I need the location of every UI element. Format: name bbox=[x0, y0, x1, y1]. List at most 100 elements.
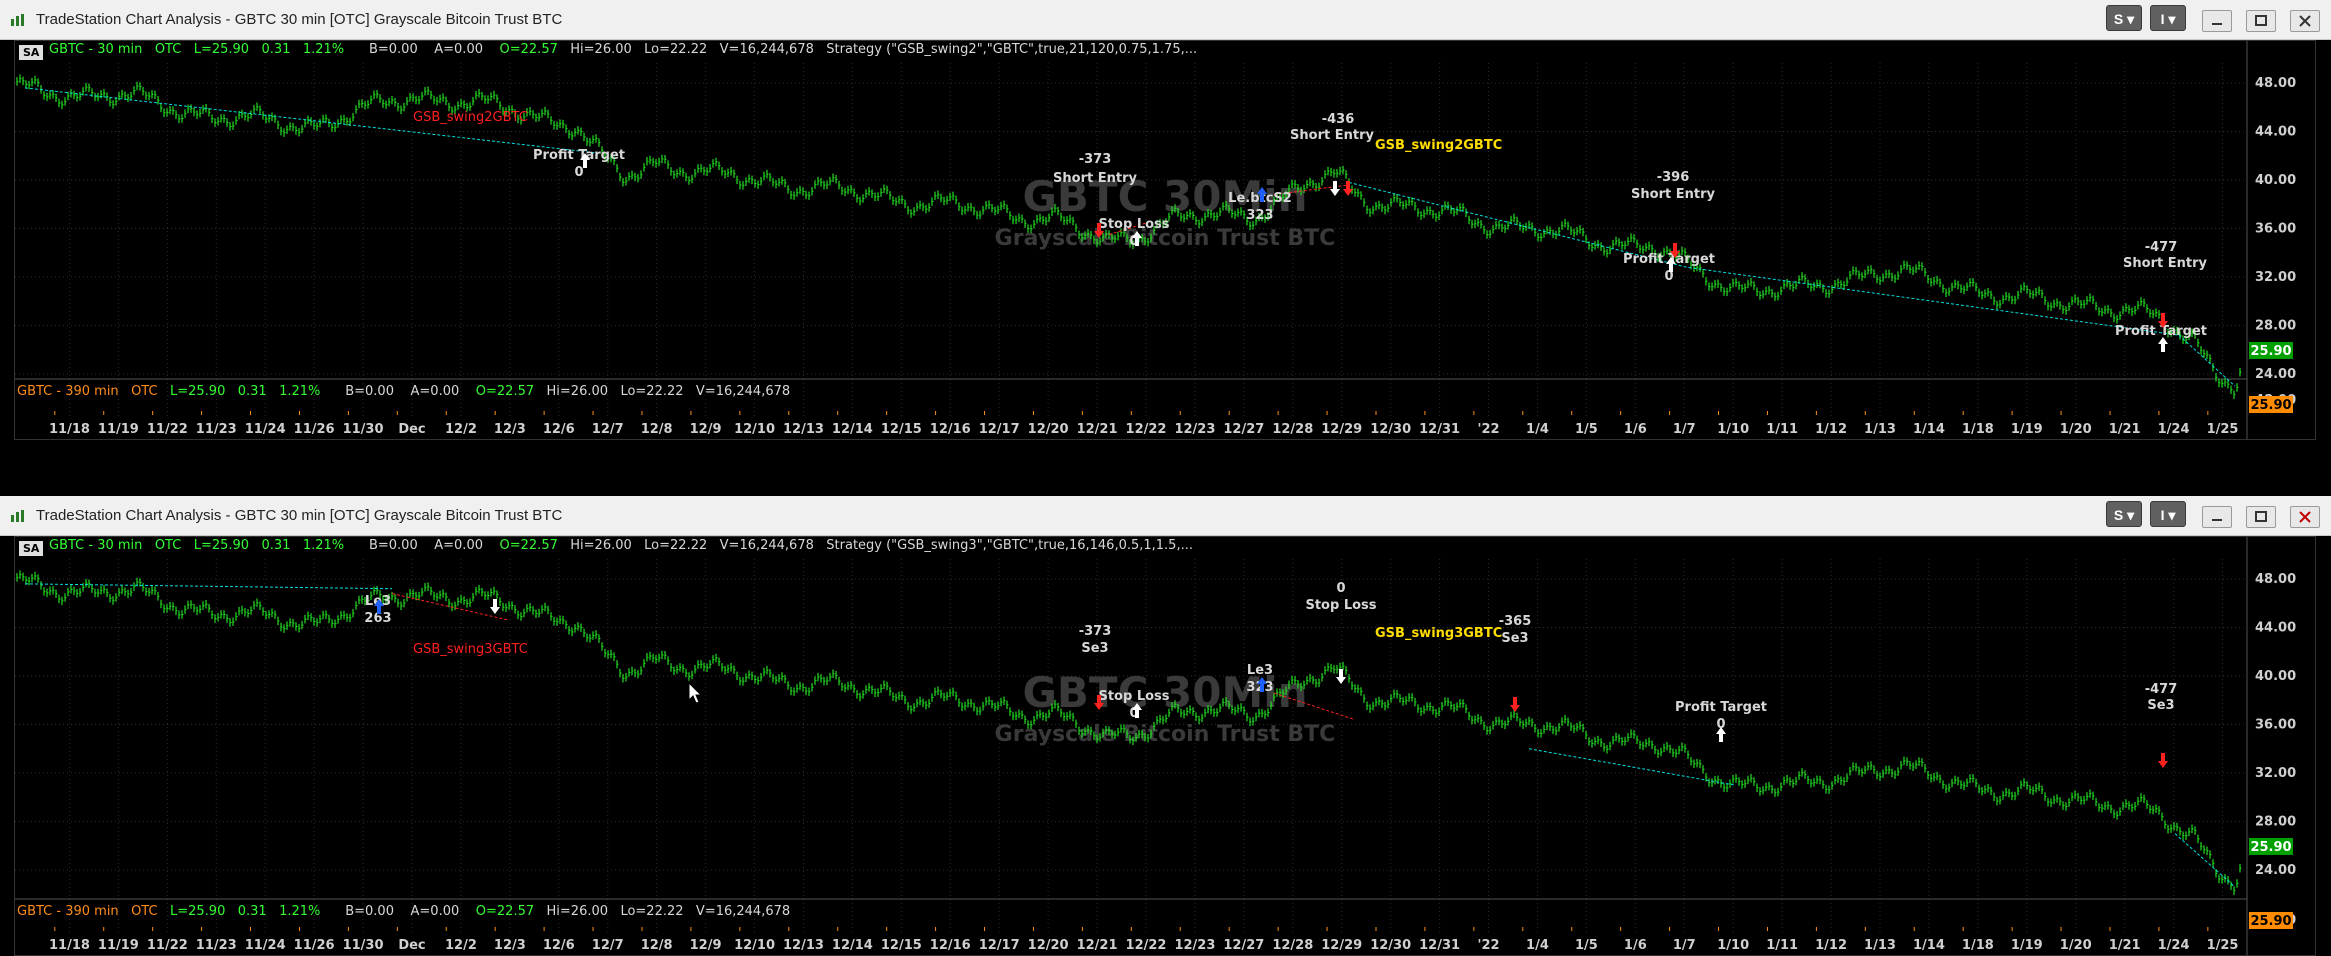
price-axis-label: 24.00 bbox=[2255, 367, 2296, 382]
open: O=22.57 bbox=[499, 538, 558, 553]
date-tick-label: 11/30 bbox=[343, 938, 384, 953]
trade-annotation: Short Entry bbox=[1053, 171, 1137, 186]
trade-annotation: Le3 bbox=[1247, 663, 1273, 678]
ask: A=0.00 bbox=[410, 384, 460, 399]
date-tick-label: 12/29 bbox=[1321, 938, 1362, 953]
high: Hi=26.00 bbox=[570, 42, 632, 57]
price-axis-label: 28.00 bbox=[2255, 815, 2296, 830]
last-price-tag-390-label: 25.90 bbox=[2250, 398, 2291, 413]
date-tick-label: 12/23 bbox=[1174, 938, 1215, 953]
date-tick-label: 1/20 bbox=[2060, 938, 2092, 953]
last-price: L=25.90 bbox=[169, 384, 226, 399]
date-tick-label: 12/20 bbox=[1028, 938, 1069, 953]
last-price-tag-label: 25.90 bbox=[2250, 344, 2291, 359]
date-tick-label: 1/21 bbox=[2109, 938, 2141, 953]
maximize-button[interactable] bbox=[2246, 506, 2276, 528]
trade-annotation: Se3 bbox=[2147, 698, 2174, 713]
price-chart[interactable]: 11/18 11/19 11/22 11/23 11/24 11/26 11/30 Dec 12… bbox=[14, 40, 2316, 440]
close-button[interactable] bbox=[2290, 506, 2320, 528]
trade-annotation: Se3 bbox=[1081, 641, 1108, 656]
date-tick-label: 12/8 bbox=[641, 422, 673, 437]
high: Hi=26.00 bbox=[546, 384, 609, 399]
date-tick-label: 11/26 bbox=[294, 938, 335, 953]
trade-line bbox=[1348, 181, 2236, 387]
date-tick-label: 12/3 bbox=[494, 938, 526, 953]
date-tick-label: 1/7 bbox=[1673, 938, 1696, 953]
tradestation-app-icon bbox=[11, 510, 24, 522]
strategy-params: Strategy ("GSB_swing3","GBTC",true,16,14… bbox=[826, 538, 1193, 553]
date-tick-label: 12/9 bbox=[690, 938, 722, 953]
close-button[interactable] bbox=[2290, 10, 2320, 32]
date-tick-label: 1/11 bbox=[1766, 422, 1798, 437]
date-tick-label: 12/2 bbox=[445, 938, 477, 953]
last-price: L=25.90 bbox=[193, 538, 250, 553]
date-tick-label: 1/10 bbox=[1717, 938, 1749, 953]
date-tick-label: 12/20 bbox=[1028, 422, 1069, 437]
date-tick-label: 11/19 bbox=[98, 938, 139, 953]
maximize-button[interactable] bbox=[2246, 10, 2276, 32]
net-change: 0.31 bbox=[237, 904, 267, 919]
symbol-390min: GBTC - 390 min bbox=[17, 904, 119, 919]
date-tick-label: 12/28 bbox=[1272, 422, 1313, 437]
date-tick-label: 12/8 bbox=[641, 938, 673, 953]
trade-annotation: Se3 bbox=[1501, 631, 1528, 646]
volume: V=16,244,678 bbox=[695, 904, 791, 919]
date-tick-label: 12/10 bbox=[734, 938, 775, 953]
price-axis-label: 36.00 bbox=[2255, 718, 2296, 733]
date-tick-label: 1/18 bbox=[1962, 422, 1994, 437]
low: Lo=22.22 bbox=[620, 904, 684, 919]
date-tick-label: 12/9 bbox=[690, 422, 722, 437]
date-tick-label: 12/31 bbox=[1419, 422, 1460, 437]
title-bar[interactable]: TradeStation Chart Analysis - GBTC 30 mi… bbox=[0, 496, 2331, 536]
pct-change: 1.21% bbox=[279, 904, 321, 919]
date-tick-label: 12/17 bbox=[979, 938, 1020, 953]
date-tick-label: 12/14 bbox=[832, 422, 873, 437]
trade-annotation: Stop Loss bbox=[1305, 598, 1376, 613]
i-button-label: I bbox=[2160, 11, 2165, 27]
title-bar[interactable]: TradeStation Chart Analysis - GBTC 30 mi… bbox=[0, 0, 2331, 40]
trade-annotation: -477 bbox=[2145, 240, 2178, 255]
sa-badge[interactable]: SA bbox=[19, 541, 44, 556]
arrow-down-icon bbox=[1510, 697, 1520, 712]
exchange-label: OTC bbox=[154, 42, 182, 57]
symbol-390min: GBTC - 390 min bbox=[17, 384, 119, 399]
bid: B=0.00 bbox=[345, 904, 394, 919]
status-line-390min: GBTC - 390 min OTC L=25.90 0.31 1.21% B=… bbox=[17, 904, 790, 919]
date-tick-label: 11/24 bbox=[245, 422, 286, 437]
price-chart[interactable]: 11/18 11/19 11/22 11/23 11/24 11/26 11/30 Dec 12… bbox=[14, 536, 2316, 956]
date-tick-label: 11/23 bbox=[196, 422, 237, 437]
exchange-label: OTC bbox=[154, 538, 182, 553]
date-tick-label: 12/23 bbox=[1174, 422, 1215, 437]
date-tick-label: 1/12 bbox=[1815, 938, 1847, 953]
trade-annotation: Profit Target bbox=[1675, 700, 1767, 715]
date-tick-label: 1/24 bbox=[2158, 938, 2190, 953]
low: Lo=22.22 bbox=[620, 384, 684, 399]
date-tick-label: 1/11 bbox=[1766, 938, 1798, 953]
s-menu-button[interactable]: S ▾ bbox=[2106, 5, 2142, 31]
minimize-button[interactable] bbox=[2202, 506, 2232, 528]
trade-annotation: 323 bbox=[1246, 208, 1273, 223]
i-menu-button[interactable]: I ▾ bbox=[2150, 501, 2186, 527]
s-button-label: S bbox=[2113, 507, 2124, 523]
minimize-button[interactable] bbox=[2202, 10, 2232, 32]
date-tick-label: 1/18 bbox=[1962, 938, 1994, 953]
exchange-label: OTC bbox=[131, 384, 158, 399]
pct-change: 1.21% bbox=[302, 42, 345, 57]
i-menu-button[interactable]: I ▾ bbox=[2150, 5, 2186, 31]
date-tick-label: 12/21 bbox=[1077, 938, 1118, 953]
net-change: 0.31 bbox=[237, 384, 267, 399]
trade-annotation: Short Entry bbox=[1290, 128, 1374, 143]
price-axis-label: 44.00 bbox=[2255, 125, 2296, 140]
last-price-tag-label: 25.90 bbox=[2250, 840, 2291, 855]
date-tick-label: 12/30 bbox=[1370, 422, 1411, 437]
sa-badge[interactable]: SA bbox=[19, 45, 44, 60]
low: Lo=22.22 bbox=[644, 42, 708, 57]
open: O=22.57 bbox=[499, 42, 558, 57]
s-menu-button[interactable]: S ▾ bbox=[2106, 501, 2142, 527]
date-tick-label: 1/13 bbox=[1864, 422, 1896, 437]
minimize-icon bbox=[2212, 23, 2222, 25]
trade-annotation: -365 bbox=[1499, 614, 1532, 629]
trade-line bbox=[2174, 833, 2236, 888]
trade-line bbox=[24, 583, 393, 590]
net-change: 0.31 bbox=[261, 42, 291, 57]
